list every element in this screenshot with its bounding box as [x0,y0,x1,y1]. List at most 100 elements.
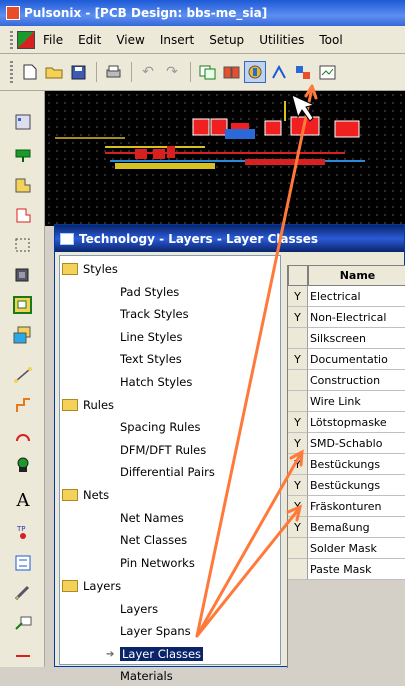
tree-item[interactable]: Line Styles [120,327,183,347]
menu-view[interactable]: View [116,33,144,47]
dialog-title-bar[interactable]: Technology - Layers - Layer Classes [55,225,404,252]
layer-class-name-cell[interactable]: Non-Electrical [308,307,405,328]
row-visibility-flag[interactable]: Y [288,412,308,433]
technology-icon[interactable] [244,61,266,83]
add-dimension-icon[interactable] [12,552,34,574]
insert-icon[interactable] [12,174,34,196]
technology-tree[interactable]: Styles Pad Styles Track Styles Line Styles T… [59,255,281,683]
open-folder-icon[interactable] [43,61,65,83]
row-visibility-flag[interactable] [288,538,308,559]
layer-class-name-cell[interactable]: Fräskonturen [308,496,405,517]
tree-item[interactable]: ➔ Layer Classes [106,644,204,664]
layer-class-name-cell[interactable]: Bestückungs [308,475,405,496]
toolbar-grip[interactable] [10,61,13,83]
row-visibility-flag[interactable]: Y [288,475,308,496]
tree-item[interactable]: Layers [120,599,158,619]
undo-icon[interactable]: ↶ [137,61,159,83]
tree-item[interactable]: Pin Networks [120,553,195,573]
pcb-canvas[interactable] [45,91,405,226]
layer-icon[interactable] [292,61,314,83]
left-toolbar: A TP [0,91,45,667]
new-file-icon[interactable] [19,61,41,83]
tree-item-label: Net Classes [120,533,188,547]
row-visibility-flag[interactable]: Y [288,496,308,517]
design-rules-icon[interactable] [268,61,290,83]
add-track-icon[interactable] [12,394,34,416]
select-area-icon[interactable] [12,234,34,256]
tree-item[interactable]: Net Names [120,508,184,528]
tree-folder[interactable]: Rules [62,395,114,415]
tree-item[interactable]: Text Styles [120,349,182,369]
tree-item-label: Pin Networks [120,556,195,570]
layer-class-name-cell[interactable]: Construction [308,370,405,391]
tree-item[interactable]: Pad Styles [120,282,179,302]
window-icon [60,232,74,245]
library-icon[interactable] [220,61,242,83]
layer-class-name-cell[interactable]: Wire Link [308,391,405,412]
menu-setup[interactable]: Setup [209,33,244,47]
row-visibility-flag[interactable]: Y [288,433,308,454]
tree-item-label: Track Styles [120,307,189,321]
row-visibility-flag[interactable] [288,559,308,580]
tree-item[interactable]: Hatch Styles [120,372,192,392]
row-visibility-flag[interactable]: Y [288,517,308,538]
layer-class-name-cell[interactable]: Bemaßung [308,517,405,538]
name-column-header[interactable]: Name [308,265,405,286]
menu-file[interactable]: File [43,33,63,47]
report-icon[interactable] [316,61,338,83]
tree-folder[interactable]: Styles [62,259,118,279]
chevron-down-icon[interactable] [12,646,34,668]
layer-class-name-cell[interactable]: Solder Mask [308,538,405,559]
add-component-icon[interactable] [12,144,34,166]
tree-item[interactable]: DFM/DFT Rules [120,440,206,460]
properties-icon[interactable] [12,111,34,133]
row-visibility-flag[interactable]: Y [288,286,308,307]
layer-class-name-cell[interactable]: SMD-Schablo [308,433,405,454]
print-icon[interactable] [102,61,124,83]
measure-icon[interactable] [12,582,34,604]
menu-grip[interactable] [10,30,13,49]
copy-icon[interactable] [196,61,218,83]
pick-icon[interactable] [12,612,34,634]
add-testpoint-icon[interactable]: TP [12,521,34,543]
row-visibility-flag[interactable]: Y [288,454,308,475]
layer-class-name-cell[interactable]: Silkscreen [308,328,405,349]
layer-class-name-cell[interactable]: Electrical [308,286,405,307]
tree-item[interactable]: Net Classes [120,530,187,550]
menu-insert[interactable]: Insert [160,33,194,47]
menu-bar: File Edit View Insert Setup Utilities To… [0,26,405,54]
tree-folder[interactable]: Nets [62,485,109,505]
tree-item[interactable]: Spacing Rules [120,417,200,437]
copper-pour-icon[interactable] [12,324,34,346]
layer-class-name-cell[interactable]: Paste Mask [308,559,405,580]
tree-item[interactable]: Differential Pairs [120,462,215,482]
main-toolbar: ↶ ↷ [0,54,405,91]
menu-tools[interactable]: Tool [319,33,342,47]
layer-classes-grid[interactable]: Name Y Electrical Y Non-Electrical Silkscree… [287,265,405,668]
layer-class-name-cell[interactable]: Lötstopmaske [308,412,405,433]
tree-folder[interactable]: Layers [62,576,121,596]
save-icon[interactable] [67,61,89,83]
add-via-icon[interactable] [12,454,34,476]
row-visibility-flag[interactable]: Y [288,307,308,328]
add-line-icon[interactable] [12,364,34,386]
board-icon[interactable] [12,294,34,316]
menu-edit[interactable]: Edit [78,33,101,47]
tree-item-label: Materials [120,669,173,683]
tree-item[interactable]: Track Styles [120,304,189,324]
add-arc-icon[interactable] [12,424,34,446]
row-visibility-flag[interactable]: Y [288,349,308,370]
tree-item[interactable]: Materials [120,666,173,686]
tree-item[interactable]: Layer Spans [120,621,191,641]
redo-icon[interactable]: ↷ [161,61,183,83]
row-visibility-flag[interactable] [288,370,308,391]
menu-utilities[interactable]: Utilities [259,33,304,47]
add-text-icon[interactable]: A [12,489,34,511]
layer-class-name-cell[interactable]: Bestückungs [308,454,405,475]
row-visibility-flag[interactable] [288,391,308,412]
shape-icon[interactable] [12,204,34,226]
document-icon[interactable] [17,30,35,49]
zoom-icon[interactable] [12,264,34,286]
layer-class-name-cell[interactable]: Documentatio [308,349,405,370]
row-visibility-flag[interactable] [288,328,308,349]
